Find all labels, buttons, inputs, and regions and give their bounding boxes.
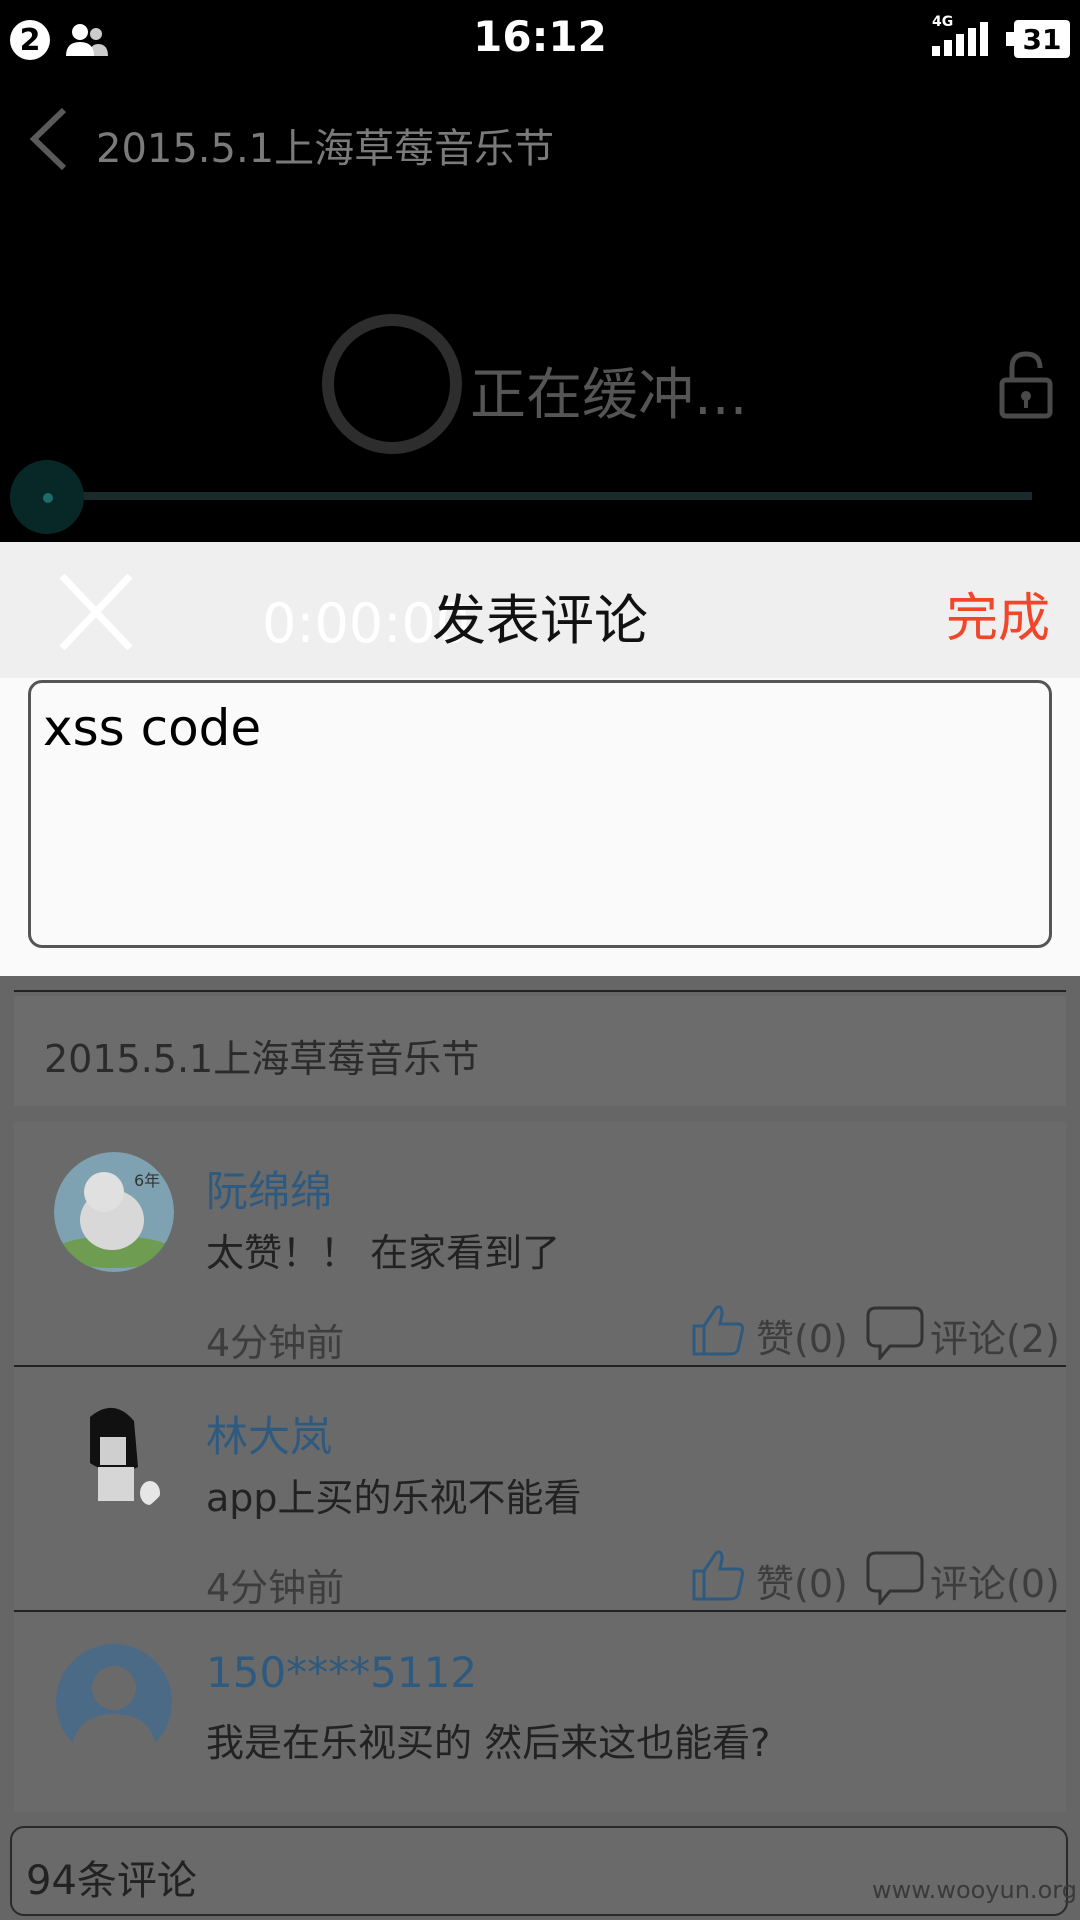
comment-time: 4分钟前: [206, 1321, 345, 1365]
player-title: 2015.5.1上海草莓音乐节: [96, 126, 555, 172]
back-icon[interactable]: [24, 106, 74, 172]
done-button[interactable]: 完成: [946, 576, 1050, 651]
reply-count[interactable]: 评论(0): [930, 1553, 1060, 1608]
comment-bubble-icon[interactable]: [866, 1549, 924, 1605]
comment-item[interactable]: 6年 阮绵绵 太赞！！ 在家看到了 4分钟前 赞(0) 评论(2): [14, 1122, 1066, 1365]
divider: [14, 990, 1066, 992]
like-count[interactable]: 赞(0): [756, 1553, 848, 1608]
comment-item[interactable]: 150****5112 我是在乐视买的 然后来这也能看?: [14, 1612, 1066, 1822]
reply-count[interactable]: 评论(2): [930, 1308, 1060, 1363]
buffering-text: 正在缓冲...: [470, 363, 748, 428]
clock: 16:12: [473, 12, 607, 61]
avatar[interactable]: [54, 1642, 174, 1762]
dialog-header: 0:00:00 发表评论 完成: [0, 542, 1080, 678]
comment-bubble-icon[interactable]: [866, 1304, 924, 1360]
watermark: www.wooyun.org: [872, 1876, 1077, 1904]
comment-author[interactable]: 150****5112: [206, 1648, 477, 1697]
comment-count-label: 94条评论: [26, 1858, 197, 1904]
seek-track[interactable]: [20, 492, 1032, 500]
comment-text: 我是在乐视买的 然后来这也能看?: [206, 1721, 771, 1765]
like-count[interactable]: 赞(0): [756, 1308, 848, 1363]
signal-icon: [932, 22, 988, 56]
comment-text: 太赞！！ 在家看到了: [206, 1231, 561, 1275]
battery-icon: 31: [1006, 20, 1070, 58]
comment-dialog: 0:00:00 发表评论 完成 xss code: [0, 542, 1080, 976]
comment-author[interactable]: 阮绵绵: [206, 1158, 332, 1219]
comment-input[interactable]: xss code: [28, 680, 1052, 948]
avatar[interactable]: [54, 1397, 174, 1517]
svg-text:6年: 6年: [134, 1171, 160, 1190]
comment-list[interactable]: 6年 阮绵绵 太赞！！ 在家看到了 4分钟前 赞(0) 评论(2) 林大岚 ap…: [14, 1122, 1066, 1822]
loading-spinner: [322, 314, 462, 454]
dialog-title: 发表评论: [432, 589, 648, 652]
comment-item[interactable]: 林大岚 app上买的乐视不能看 4分钟前 赞(0) 评论(0): [14, 1367, 1066, 1610]
thumbs-up-icon[interactable]: [690, 1302, 746, 1358]
comment-text: app上买的乐视不能看: [206, 1476, 582, 1520]
avatar[interactable]: 6年: [54, 1152, 174, 1272]
comment-time: 4分钟前: [206, 1566, 345, 1610]
thumbs-up-icon[interactable]: [690, 1547, 746, 1603]
lock-icon[interactable]: [998, 350, 1054, 420]
battery-level: 31: [1014, 20, 1070, 58]
status-bar: 2 16:12 4G 31: [0, 0, 1080, 80]
battery-tip: [1006, 32, 1014, 46]
detail-title: 2015.5.1上海草莓音乐节: [44, 1037, 480, 1081]
video-player[interactable]: 2015.5.1上海草莓音乐节 正在缓冲...: [0, 80, 1080, 542]
comment-author[interactable]: 林大岚: [206, 1403, 332, 1464]
seek-knob-dot: [43, 493, 53, 503]
detail-title-card: 2015.5.1上海草莓音乐节: [14, 996, 1066, 1106]
